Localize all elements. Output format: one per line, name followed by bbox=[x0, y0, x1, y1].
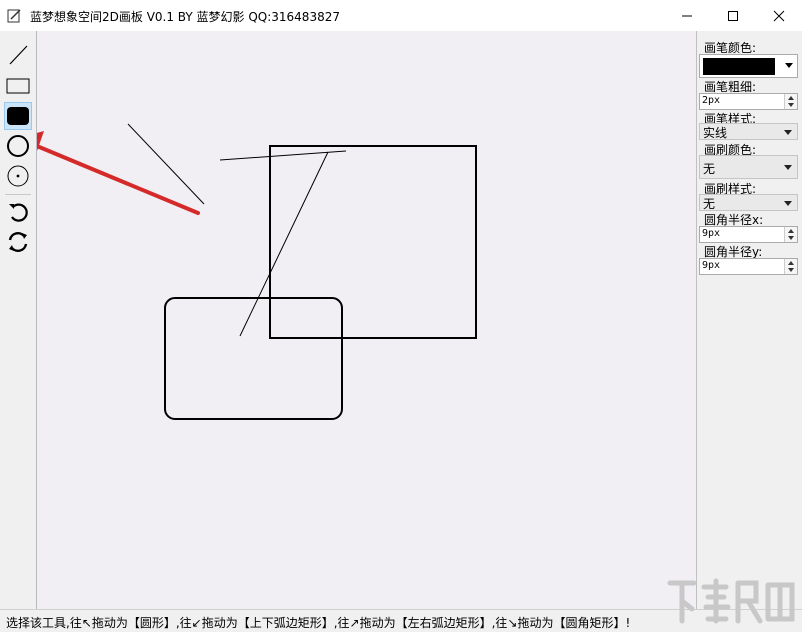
spin-buttons[interactable] bbox=[784, 259, 797, 274]
spin-down-icon[interactable] bbox=[788, 236, 794, 240]
spin-down-icon[interactable] bbox=[788, 268, 794, 272]
minimize-button[interactable] bbox=[664, 0, 710, 31]
status-text: 选择该工具,往↖拖动为【圆形】,往↙拖动为【上下弧边矩形】,往↗拖动为【左右弧边… bbox=[6, 616, 631, 630]
drawing-canvas[interactable] bbox=[37, 31, 696, 609]
brush-color-select[interactable]: 无 bbox=[699, 155, 798, 179]
app-icon bbox=[7, 9, 21, 23]
rectangle-tool-icon bbox=[6, 78, 30, 94]
toolbox bbox=[0, 31, 37, 609]
drawn-line bbox=[127, 123, 205, 205]
spin-down-icon[interactable] bbox=[788, 103, 794, 107]
window-title: 蓝梦想象空间2D画板 V0.1 BY 蓝梦幻影 QQ:316483827 bbox=[30, 10, 340, 24]
spin-buttons[interactable] bbox=[784, 227, 797, 242]
dot-circle-tool-icon bbox=[7, 165, 29, 187]
radius-y-value: 9px bbox=[702, 260, 721, 271]
pen-color-swatch bbox=[703, 58, 775, 75]
pen-style-select[interactable]: 实线 bbox=[699, 123, 798, 140]
pen-color-picker[interactable] bbox=[699, 54, 798, 78]
dropdown-arrow-icon bbox=[785, 63, 793, 68]
spin-up-icon[interactable] bbox=[788, 96, 794, 100]
pen-width-stepper[interactable]: 2px bbox=[699, 93, 798, 110]
brush-style-value: 无 bbox=[703, 197, 716, 211]
properties-panel: 画笔颜色: 画笔粗细: 2px 画笔样式: 实线 画刷颜色: 无 画刷样式: 无… bbox=[696, 31, 802, 609]
dropdown-arrow-icon bbox=[784, 165, 792, 170]
refresh-button[interactable] bbox=[4, 228, 32, 256]
brush-style-select[interactable]: 无 bbox=[699, 194, 798, 211]
watermark-logo bbox=[667, 578, 795, 624]
radius-x-stepper[interactable]: 9px bbox=[699, 226, 798, 243]
undo-button[interactable] bbox=[4, 198, 32, 226]
dropdown-arrow-icon bbox=[784, 201, 792, 206]
pen-style-value: 实线 bbox=[703, 126, 728, 140]
dot-circle-tool-button[interactable] bbox=[4, 162, 32, 190]
spin-up-icon[interactable] bbox=[788, 261, 794, 265]
undo-icon bbox=[9, 203, 28, 222]
circle-tool-button[interactable] bbox=[4, 132, 32, 160]
circle-tool-icon bbox=[7, 135, 29, 157]
drawn-rectangle bbox=[269, 145, 477, 339]
brush-color-value: 无 bbox=[703, 162, 716, 176]
rectangle-tool-button[interactable] bbox=[4, 72, 32, 100]
spin-buttons[interactable] bbox=[784, 94, 797, 109]
filled-rectangle-tool-button[interactable] bbox=[4, 102, 32, 130]
line-tool-button[interactable] bbox=[4, 41, 32, 69]
dropdown-arrow-icon bbox=[784, 130, 792, 135]
refresh-icon bbox=[8, 232, 28, 252]
close-icon bbox=[773, 10, 785, 21]
title-bar: 蓝梦想象空间2D画板 V0.1 BY 蓝梦幻影 QQ:316483827 bbox=[0, 0, 802, 31]
drawn-line bbox=[219, 150, 347, 161]
maximize-icon bbox=[728, 10, 738, 21]
drawn-rounded-rectangle bbox=[164, 297, 343, 420]
spin-up-icon[interactable] bbox=[788, 229, 794, 233]
minimize-icon bbox=[682, 15, 692, 16]
radius-x-value: 9px bbox=[702, 228, 721, 239]
drawn-line bbox=[239, 151, 329, 337]
toolbox-separator bbox=[5, 194, 31, 195]
canvas-drawing bbox=[37, 123, 477, 420]
line-tool-icon bbox=[9, 45, 28, 65]
radius-y-stepper[interactable]: 9px bbox=[699, 258, 798, 275]
maximize-button[interactable] bbox=[710, 0, 756, 31]
close-button[interactable] bbox=[756, 0, 802, 31]
pen-width-value: 2px bbox=[702, 95, 721, 106]
filled-rectangle-tool-icon bbox=[7, 107, 29, 125]
